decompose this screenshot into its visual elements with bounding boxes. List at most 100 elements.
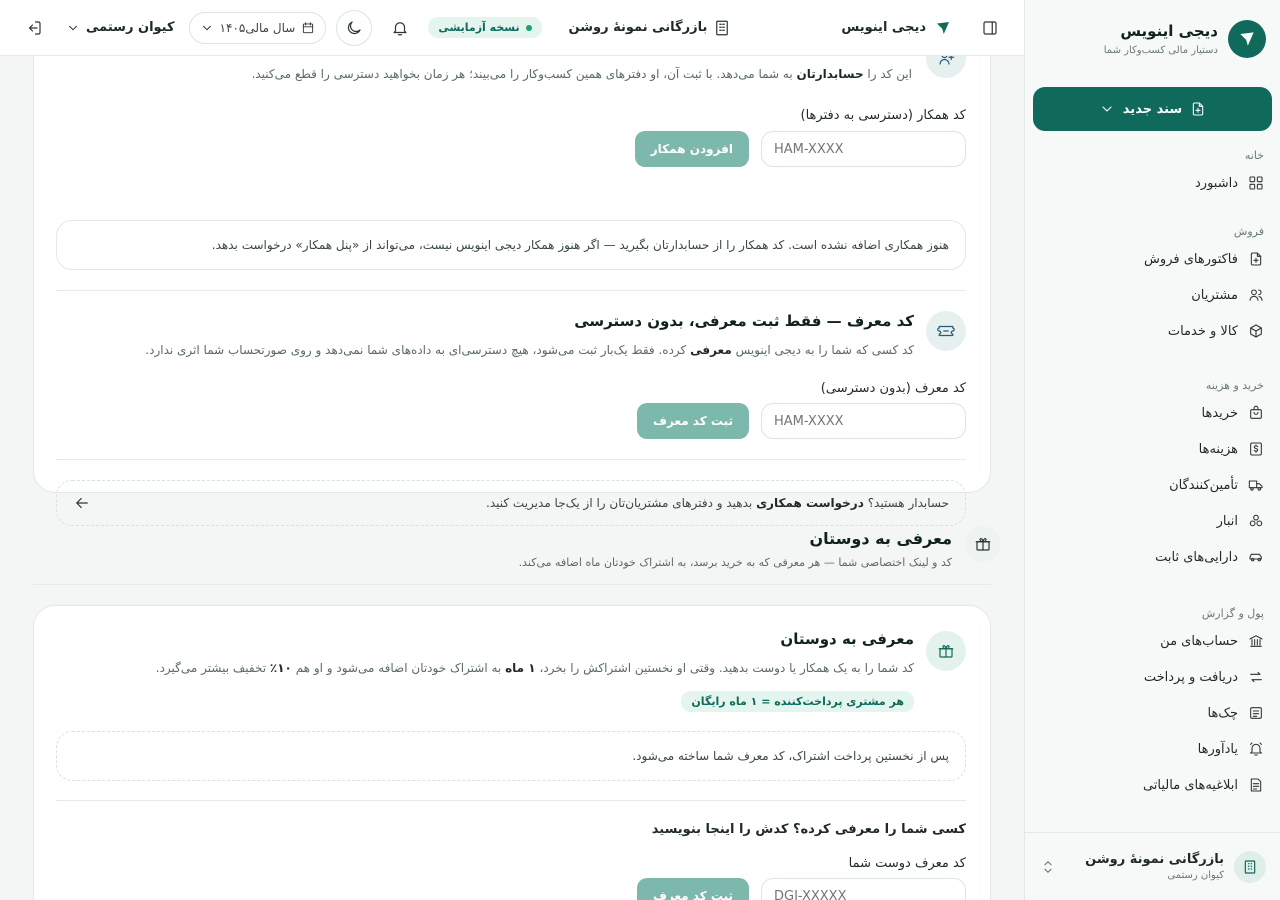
accountant-request-link[interactable]: حسابدار هستید؟ درخواست همکاری بدهید و دف… — [56, 480, 966, 526]
sidebar-item-label: فاکتورهای فروش — [1144, 251, 1238, 267]
referrer-code-input[interactable] — [761, 403, 966, 439]
divider — [56, 800, 966, 801]
gift-icon — [926, 631, 966, 671]
chevron-down-icon — [66, 21, 80, 35]
divider — [56, 290, 966, 291]
topbar-brand: دیجی اینویس — [841, 19, 952, 37]
submit-referrer-button[interactable]: ثبت کد معرف — [637, 403, 749, 439]
sidebar-item-my-accounts[interactable]: حساب‌های من — [1041, 623, 1264, 659]
users-icon — [1248, 287, 1264, 303]
brand-subtitle: دستیار مالی کسب‌وکار شما — [1103, 45, 1218, 56]
new-document-label: سند جدید — [1122, 101, 1183, 117]
shopping-bag-icon — [1248, 405, 1264, 421]
ticket-icon — [926, 311, 966, 351]
sidebar-item-label: هزینه‌ها — [1198, 441, 1238, 457]
user-menu[interactable]: کیوان رستمی — [62, 20, 179, 35]
friend-referrer-title: کسی شما را معرفی کرده؟ کدش را اینجا بنوی… — [651, 822, 966, 837]
logout-button[interactable] — [16, 10, 52, 46]
sidebar-item-dashboard[interactable]: داشبورد — [1041, 165, 1264, 201]
truck-icon — [1248, 477, 1264, 493]
chevron-down-icon — [200, 21, 214, 35]
sidebar-item-suppliers[interactable]: تأمین‌کنندگان — [1041, 467, 1264, 503]
reward-badge: هر مشتری پرداخت‌کننده = ۱ ماه رایگان — [681, 691, 914, 712]
sidebar-brand[interactable]: دیجی اینویس دستیار مالی کسب‌وکار شما — [1025, 0, 1280, 78]
theme-toggle-button[interactable] — [336, 9, 373, 46]
sidebar-item-expenses[interactable]: هزینه‌ها — [1041, 431, 1264, 467]
topbar-company-name: بازرگانی نمونهٔ روشن — [568, 20, 708, 35]
dollar-icon — [1248, 441, 1264, 457]
sidebar-item-label: انبار — [1216, 513, 1238, 529]
topbar-company: بازرگانی نمونهٔ روشن — [569, 19, 732, 37]
invite-card-description: کد شما را به یک همکار یا دوست بدهید. وقت… — [155, 661, 914, 675]
user-name: کیوان رستمی — [1167, 870, 1224, 881]
referrer-code-label: کد معرف (بدون دسترسی) — [820, 381, 966, 396]
sidebar-item-label: ابلاغیه‌های مالیاتی — [1142, 777, 1238, 793]
company-switcher[interactable]: بازرگانی نمونهٔ روشن کیوان رستمی — [1025, 832, 1280, 900]
sidebar-item-cheques[interactable]: چک‌ها — [1041, 695, 1264, 731]
add-collaborator-button[interactable]: افزودن همکار — [634, 131, 749, 167]
invite-card-title: معرفی به دوستان — [780, 630, 914, 648]
sidebar-item-reminders[interactable]: یادآورها — [1041, 731, 1264, 767]
sidebar-item-label: کالا و خدمات — [1167, 323, 1238, 339]
gift-icon — [965, 526, 1001, 562]
sidebar-item-customers[interactable]: مشتریان — [1041, 277, 1264, 313]
user-plus-icon — [926, 56, 966, 78]
sidebar-item-fixed-assets[interactable]: دارایی‌های ثابت — [1041, 539, 1264, 575]
alarm-icon — [1248, 741, 1264, 757]
topbar: دیجی اینویس بازرگانی نمونهٔ روشن نسخه آز… — [0, 0, 1024, 56]
collaborator-empty-note: هنوز همکاری اضافه نشده است. کد همکار را … — [56, 220, 966, 270]
topbar-brand-name: دیجی اینویس — [841, 20, 926, 35]
sidebar-item-warehouse[interactable]: انبار — [1041, 503, 1264, 539]
sidebar-item-label: خریدها — [1201, 405, 1238, 421]
nav-section-title: پول و گزارش — [1201, 607, 1264, 620]
invite-section-subtitle: کد و لینک اختصاصی شما — هر معرفی که به خ… — [518, 556, 952, 569]
notice-icon — [1248, 777, 1264, 793]
company-name: بازرگانی نمونهٔ روشن — [1085, 852, 1224, 867]
referral-pending-note: پس از نخستین پرداخت اشتراک، کد معرف شما … — [56, 731, 966, 781]
check-icon — [1248, 705, 1264, 721]
friend-code-label: کد معرف دوست شما — [848, 856, 966, 871]
nav-section-title: فروش — [1233, 225, 1264, 238]
transfer-icon — [1248, 669, 1264, 685]
trial-badge: نسخه آزمایشی — [428, 17, 542, 38]
sidebar-item-sales-invoices[interactable]: فاکتورهای فروش — [1041, 241, 1264, 277]
brand-name: دیجی اینویس — [1120, 22, 1218, 40]
notifications-button[interactable] — [382, 10, 418, 46]
fiscal-year-select[interactable]: سال مالی۱۴۰۵ — [188, 11, 327, 44]
collaborator-code-input[interactable] — [761, 131, 966, 167]
divider — [33, 584, 991, 585]
moon-icon — [345, 19, 363, 37]
boxes-icon — [1248, 513, 1264, 529]
referrer-title: کد معرف — فقط ثبت معرفی، بدون دسترسی — [574, 312, 914, 330]
calendar-icon — [301, 21, 315, 35]
sidebar-item-label: چک‌ها — [1207, 705, 1239, 721]
status-dot — [525, 24, 532, 31]
building-icon — [713, 19, 731, 37]
friend-code-input[interactable] — [761, 878, 966, 900]
invite-card: معرفی به دوستان کد شما را به یک همکار یا… — [33, 605, 991, 900]
arrow-left-icon — [73, 494, 91, 512]
file-plus-icon — [1190, 101, 1206, 117]
sidebar: دیجی اینویس دستیار مالی کسب‌وکار شما سند… — [1024, 0, 1280, 900]
sidebar-item-tax-notices[interactable]: ابلاغیه‌های مالیاتی — [1041, 767, 1264, 803]
divider — [56, 459, 966, 460]
sidebar-item-label: تأمین‌کنندگان — [1169, 477, 1238, 493]
sidebar-item-receive-pay[interactable]: دریافت و پرداخت — [1041, 659, 1264, 695]
brand-logo-icon — [1228, 20, 1266, 58]
sidebar-item-purchases[interactable]: خریدها — [1041, 395, 1264, 431]
referrer-description: کد کسی که شما را به دیجی اینویس معرفی کر… — [145, 343, 914, 357]
brand-leaf-icon — [934, 19, 952, 37]
chevron-up-down-icon — [1039, 858, 1057, 876]
box-icon — [1248, 323, 1264, 339]
dashboard-icon — [1248, 175, 1264, 191]
sidebar-item-products[interactable]: کالا و خدمات — [1041, 313, 1264, 349]
collaborator-intro: این کد را حسابدارتان به شما می‌دهد. با ث… — [251, 67, 912, 81]
accountant-request-text: حسابدار هستید؟ درخواست همکاری بدهید و دف… — [486, 496, 949, 510]
new-document-button[interactable]: سند جدید — [1033, 87, 1272, 131]
sidebar-item-label: داشبورد — [1195, 175, 1238, 191]
trial-badge-label: نسخه آزمایشی — [438, 21, 520, 34]
collaborator-code-label: کد همکار (دسترسی به دفترها) — [800, 108, 966, 123]
submit-friend-code-button[interactable]: ثبت کد معرف — [637, 878, 749, 900]
sidebar-toggle-button[interactable] — [972, 10, 1008, 46]
bank-icon — [1248, 633, 1264, 649]
